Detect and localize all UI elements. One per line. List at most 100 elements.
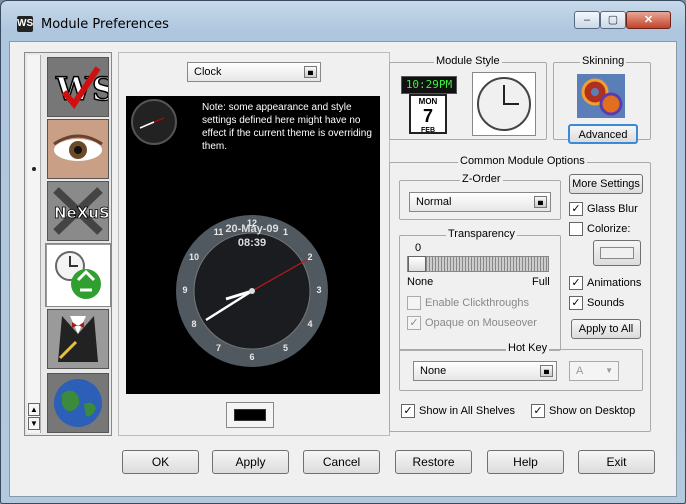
calendar-date: 7	[422, 106, 433, 126]
clock-time: 08:39	[237, 237, 267, 249]
clock-numeral: 2	[307, 251, 313, 262]
chevron-down-icon: ▼	[605, 366, 613, 375]
exit-button[interactable]: Exit	[578, 450, 655, 474]
eye-icon	[48, 120, 108, 178]
hotkey-key-value: A	[576, 365, 584, 377]
show-on-desktop-checkbox[interactable]: ✓ Show on Desktop	[531, 404, 635, 418]
sidebar-item-ws[interactable]: WS	[47, 57, 116, 117]
transparency-group: Transparency	[399, 228, 561, 351]
chevron-down-icon: ▄	[304, 66, 317, 78]
ok-button[interactable]: OK	[122, 450, 199, 474]
hotkey-value: None	[420, 365, 447, 377]
clock-numeral: 9	[182, 285, 188, 295]
sidebar-scrollbar[interactable]: ▲ ▼	[27, 55, 41, 433]
show-in-all-shelves-checkbox[interactable]: ✓ Show in All Shelves	[401, 404, 515, 418]
apply-button[interactable]: Apply	[212, 450, 289, 474]
apply-to-all-button[interactable]: Apply to All	[571, 319, 641, 339]
cancel-button[interactable]: Cancel	[303, 450, 380, 474]
skinning-label: Skinning	[580, 55, 627, 67]
digital-time: 10:29PM	[401, 76, 457, 94]
clock-numeral: 7	[215, 343, 221, 354]
analog-clock-icon	[477, 77, 531, 131]
skin-preview	[577, 74, 625, 118]
preview-note: Note: some appearance and style settings…	[202, 102, 372, 152]
clock-recycle-icon	[55, 251, 101, 299]
check-icon: ✓	[569, 202, 583, 216]
clock-numeral: 1	[282, 226, 288, 237]
colorize-swatch	[600, 247, 634, 259]
glass-blur-checkbox[interactable]: ✓ Glass Blur	[569, 202, 638, 216]
scroll-down-arrow[interactable]: ▼	[28, 417, 40, 430]
clock-numeral: 11	[213, 226, 224, 237]
check-icon: ✓	[407, 316, 421, 330]
check-icon: ✓	[401, 404, 415, 418]
sidebar-item-nexus[interactable]: NeXuS	[47, 181, 110, 241]
colorize-color-button[interactable]	[593, 240, 641, 266]
zorder-label: Z-Order	[460, 173, 503, 185]
hotkey-key-dropdown[interactable]: A ▼	[569, 361, 619, 381]
app-icon: WS	[17, 16, 33, 32]
clock-numeral: 5	[282, 343, 288, 354]
svg-text:NeXuS: NeXuS	[54, 204, 108, 222]
clock-preview: Note: some appearance and style settings…	[126, 96, 380, 394]
nexus-icon: NeXuS	[48, 182, 110, 240]
style-option-digital[interactable]: 10:29PM MON 7 FEB	[399, 74, 459, 136]
colorize-checkbox[interactable]: Colorize:	[569, 222, 630, 236]
scroll-up-arrow[interactable]: ▲	[28, 403, 40, 416]
sidebar-item-clock[interactable]	[45, 243, 111, 307]
calendar-month: FEB	[421, 127, 435, 134]
transparency-max-label: Full	[532, 276, 550, 288]
check-icon: ✓	[531, 404, 545, 418]
enable-clickthroughs-checkbox[interactable]: Enable Clickthroughs	[407, 296, 529, 310]
tuxedo-icon	[48, 310, 108, 368]
clock-numeral: 4	[307, 318, 313, 329]
hotkey-dropdown[interactable]: None ▄	[413, 361, 557, 381]
ws-logo-icon: WS	[48, 58, 116, 116]
common-options-label: Common Module Options	[458, 155, 587, 167]
sidebar-item-tuxedo[interactable]	[47, 309, 109, 369]
hotkey-label: Hot Key	[506, 342, 550, 354]
clock-numeral: 12	[246, 218, 257, 228]
mini-clock-icon	[131, 99, 177, 145]
chevron-down-icon: ▄	[534, 196, 547, 208]
check-icon: ✓	[569, 276, 583, 290]
module-sidebar: ▲ ▼ WS NeXuS	[24, 52, 116, 436]
client-area: ▲ ▼ WS NeXuS Clock	[9, 41, 677, 497]
transparency-min-label: None	[407, 276, 434, 288]
advanced-button[interactable]: Advanced	[568, 124, 638, 144]
more-settings-button[interactable]: More Settings	[569, 174, 643, 194]
module-dropdown-value: Clock	[194, 66, 222, 78]
window-title: Module Preferences	[41, 17, 169, 32]
sidebar-item-eye[interactable]	[47, 119, 109, 179]
gears-icon	[577, 74, 625, 118]
zorder-dropdown[interactable]: Normal ▄	[409, 192, 551, 212]
minimize-button[interactable]: –	[574, 11, 600, 29]
clock-numeral: 3	[316, 285, 322, 295]
module-preferences-window: WS Module Preferences – ▢ ✕ ▲ ▼ WS NeXuS	[0, 0, 686, 504]
sidebar-item-globe[interactable]	[47, 373, 109, 433]
clock-numeral: 8	[191, 318, 197, 329]
sounds-checkbox[interactable]: ✓ Sounds	[569, 296, 624, 310]
chevron-down-icon: ▄	[540, 365, 553, 377]
close-button[interactable]: ✕	[626, 11, 671, 29]
color-swatch	[234, 409, 266, 421]
opaque-on-mouseover-checkbox[interactable]: ✓ Opaque on Mouseover	[407, 316, 537, 330]
preview-color-button[interactable]	[226, 402, 274, 428]
restore-button[interactable]: Restore	[395, 450, 472, 474]
maximize-button[interactable]: ▢	[600, 11, 626, 29]
module-style-label: Module Style	[434, 55, 502, 67]
check-icon: ✓	[569, 296, 583, 310]
module-dropdown[interactable]: Clock ▄	[187, 62, 321, 82]
transparency-slider[interactable]	[407, 256, 549, 272]
clock-numeral: 10	[188, 251, 199, 262]
style-option-analog[interactable]	[472, 72, 536, 136]
title-bar[interactable]: WS Module Preferences – ▢ ✕	[1, 1, 685, 41]
slider-thumb[interactable]	[408, 256, 426, 272]
scroll-position-indicator	[32, 167, 36, 171]
zorder-value: Normal	[416, 196, 452, 208]
transparency-value: 0	[415, 242, 422, 254]
help-button[interactable]: Help	[487, 450, 564, 474]
animations-checkbox[interactable]: ✓ Animations	[569, 276, 641, 290]
globe-icon	[48, 374, 108, 432]
transparency-label: Transparency	[446, 228, 517, 240]
